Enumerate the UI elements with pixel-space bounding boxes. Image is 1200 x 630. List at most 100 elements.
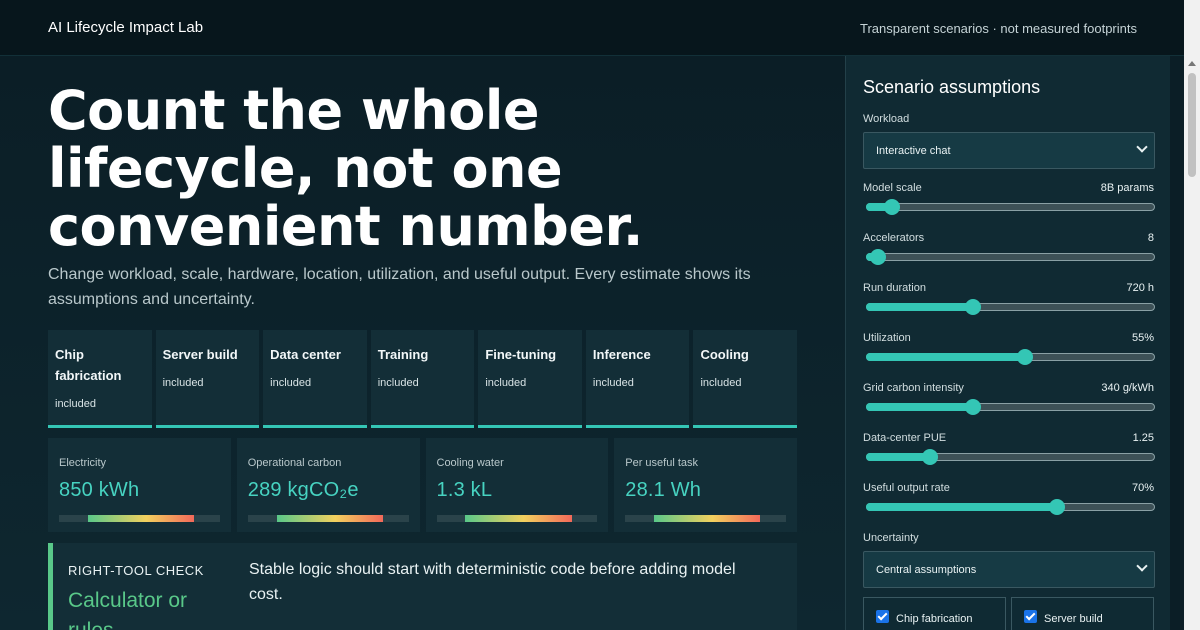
- slider-fill: [866, 303, 973, 311]
- stage-card-fine-tuning[interactable]: Fine-tuning included: [478, 330, 582, 428]
- page-scrollbar[interactable]: [1184, 56, 1200, 630]
- slider-thumb[interactable]: [1016, 349, 1033, 365]
- stage-status: included: [700, 377, 742, 389]
- metric-label: Per useful task: [625, 457, 699, 469]
- stage-name: Data center: [270, 347, 341, 362]
- stage-card-server-build[interactable]: Server build included: [155, 330, 260, 428]
- slider-thumb[interactable]: [1048, 499, 1065, 515]
- stage-status: included: [162, 377, 204, 389]
- slider-track[interactable]: [866, 253, 1155, 261]
- slider-thumb[interactable]: [869, 249, 886, 265]
- metric-card-per-useful-task: Per useful task 28.1 Wh: [614, 438, 797, 532]
- slider-thumb[interactable]: [964, 299, 981, 315]
- metric-value: 289 kgCO₂e: [247, 479, 359, 501]
- stage-card-inference[interactable]: Inference included: [585, 330, 690, 428]
- checkbox-checked-icon[interactable]: [1024, 610, 1037, 623]
- stage-name: Chip fabrication: [55, 347, 122, 383]
- include-chip-fabrication-option[interactable]: Chip fabrication: [863, 597, 1006, 630]
- uncertainty-range-bar: [247, 515, 409, 522]
- stage-card-training[interactable]: Training included: [370, 330, 475, 428]
- slider-thumb[interactable]: [884, 199, 900, 215]
- slider-fill: [866, 453, 930, 461]
- metric-label: Operational carbon: [247, 457, 342, 469]
- slider-label-data-center-pue: Data-center PUE: [863, 432, 947, 444]
- run-duration-slider[interactable]: [866, 299, 1155, 315]
- slider-label-run-duration: Run duration: [863, 282, 926, 294]
- uncertainty-range-bar: [436, 515, 598, 522]
- slider-value-utilization: 55%: [1131, 332, 1154, 344]
- utilization-slider[interactable]: [866, 349, 1155, 365]
- slider-value-useful-output-rate: 70%: [1131, 482, 1154, 494]
- stage-status: included: [270, 377, 312, 389]
- lifecycle-stages: Chip fabrication included Server build i…: [48, 330, 798, 428]
- checkbox-label: Server build: [1044, 613, 1103, 625]
- slider-fill: [866, 353, 1025, 361]
- checkbox-checked-icon[interactable]: [876, 610, 889, 623]
- workload-label: Workload: [863, 113, 910, 125]
- slider-fill: [866, 503, 1057, 511]
- slider-label-useful-output-rate: Useful output rate: [863, 482, 950, 494]
- slider-value-accelerators: 8: [1147, 232, 1154, 244]
- stage-card-chip-fabrication[interactable]: Chip fabrication included: [48, 330, 152, 428]
- stage-name: Fine-tuning: [485, 347, 557, 362]
- stage-name: Inference: [592, 347, 651, 362]
- right-tool-check-card: RIGHT-TOOL CHECK Calculator or rules Sta…: [48, 543, 797, 630]
- metric-cards: Electricity 850 kWh Operational carbon 2…: [48, 438, 797, 532]
- scrollbar-thumb[interactable]: [1188, 73, 1196, 177]
- metric-value: 1.3 kL: [436, 479, 493, 501]
- top-bar: AI Lifecycle Impact Lab Transparent scen…: [0, 0, 1184, 56]
- slider-value-grid-carbon-intensity: 340 g/kWh: [1101, 382, 1154, 394]
- slider-thumb[interactable]: [964, 399, 981, 415]
- scroll-up-arrow-icon[interactable]: [1188, 61, 1196, 66]
- check-kicker: RIGHT-TOOL CHECK: [68, 563, 204, 578]
- metric-label: Electricity: [59, 457, 107, 469]
- data-center-pue-slider[interactable]: [866, 449, 1155, 465]
- chevron-down-icon: [1136, 560, 1148, 572]
- checkbox-label: Chip fabrication: [896, 613, 973, 625]
- stage-name: Server build: [162, 347, 238, 362]
- uncertainty-selected-value: Central assumptions: [876, 564, 977, 576]
- header-tagline: Transparent scenarios · not measured foo…: [860, 21, 1137, 36]
- grid-carbon-intensity-slider[interactable]: [866, 399, 1155, 415]
- chevron-down-icon: [1136, 141, 1148, 153]
- stage-card-cooling[interactable]: Cooling included: [693, 330, 798, 428]
- metric-card-electricity: Electricity 850 kWh: [48, 438, 231, 532]
- check-heading: Calculator or rules: [68, 589, 188, 630]
- uncertainty-range-bar: [59, 515, 220, 522]
- stage-card-data-center[interactable]: Data center included: [263, 330, 367, 428]
- accelerators-slider[interactable]: [866, 249, 1155, 265]
- model-scale-slider[interactable]: [866, 199, 1155, 215]
- main-content: Count the whole lifecycle, not one conve…: [0, 56, 845, 630]
- stage-status: included: [485, 377, 527, 389]
- workload-selected-value: Interactive chat: [876, 145, 951, 157]
- slider-thumb[interactable]: [921, 449, 938, 465]
- metric-card-cooling-water: Cooling water 1.3 kL: [425, 438, 609, 532]
- check-text: Stable logic should start with determini…: [249, 561, 736, 603]
- slider-value-data-center-pue: 1.25: [1132, 432, 1154, 444]
- include-server-build-option[interactable]: Server build: [1011, 597, 1154, 630]
- slider-track[interactable]: [866, 203, 1155, 211]
- slider-label-grid-carbon-intensity: Grid carbon intensity: [863, 382, 964, 394]
- slider-label-model-scale: Model scale: [863, 182, 922, 194]
- useful-output-rate-slider[interactable]: [866, 499, 1155, 515]
- metric-value: 28.1 Wh: [625, 479, 702, 501]
- stage-status: included: [55, 398, 96, 410]
- slider-value-run-duration: 720 h: [1126, 282, 1154, 294]
- hero-subtitle: Change workload, scale, hardware, locati…: [48, 266, 751, 308]
- scrollbar-gutter: [1184, 0, 1200, 56]
- metric-card-operational-carbon: Operational carbon 289 kgCO₂e: [236, 438, 420, 532]
- stage-name: Training: [377, 347, 429, 362]
- metric-label: Cooling water: [436, 457, 504, 469]
- uncertainty-select[interactable]: Central assumptions: [863, 551, 1155, 588]
- slider-fill: [866, 403, 973, 411]
- stage-status: included: [592, 377, 634, 389]
- slider-label-utilization: Utilization: [863, 332, 911, 344]
- app-brand[interactable]: AI Lifecycle Impact Lab: [48, 19, 203, 36]
- workload-select[interactable]: Interactive chat: [863, 132, 1155, 169]
- hero-title: Count the whole lifecycle, not one conve…: [48, 79, 643, 258]
- panel-title: Scenario assumptions: [863, 77, 1041, 97]
- slider-value-model-scale: 8B params: [1100, 182, 1154, 194]
- scenario-assumptions-panel: Scenario assumptions Workload Interactiv…: [845, 56, 1170, 630]
- stage-status: included: [377, 377, 419, 389]
- metric-value: 850 kWh: [59, 479, 140, 501]
